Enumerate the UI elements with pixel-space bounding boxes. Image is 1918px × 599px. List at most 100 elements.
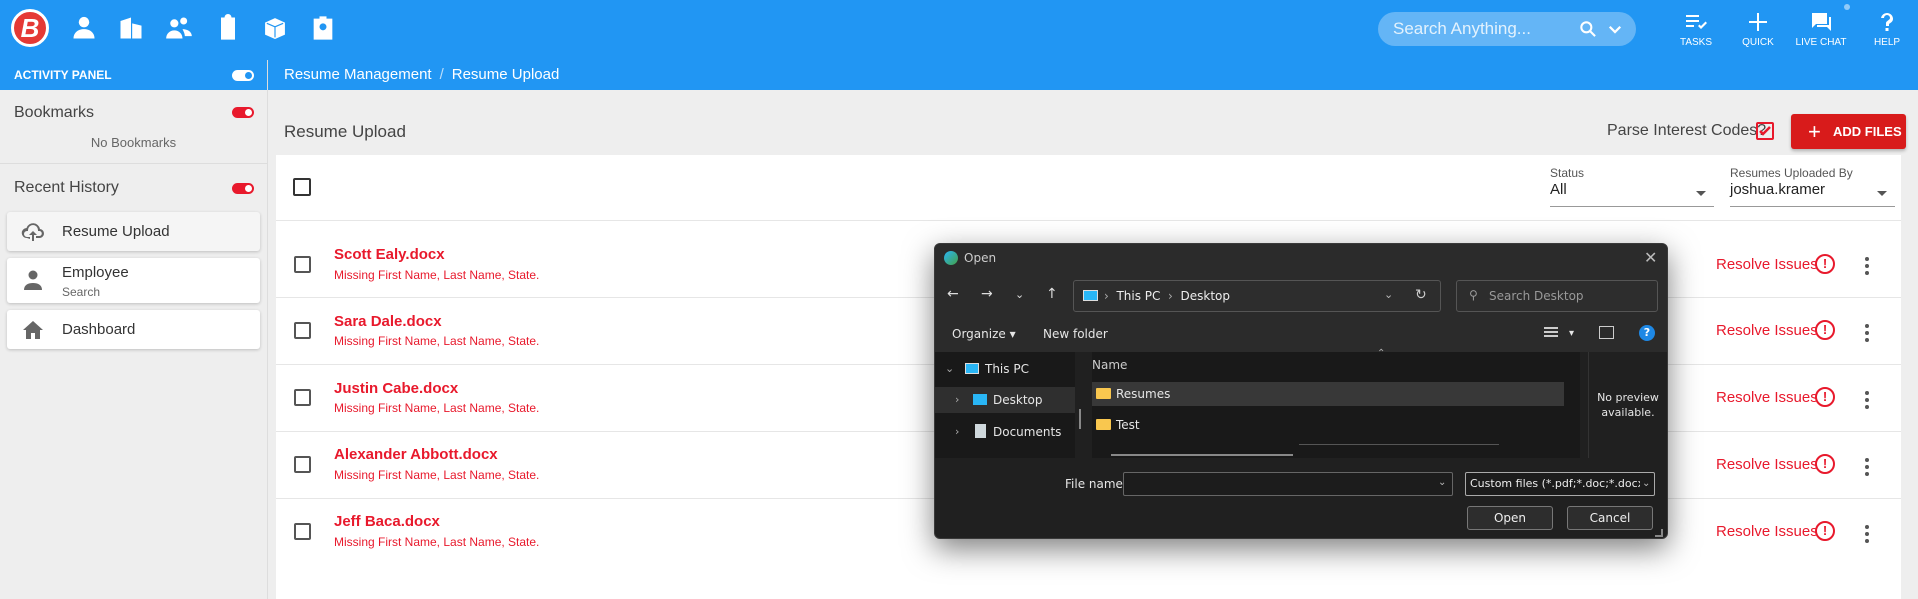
forward-arrow-icon[interactable]: → (981, 286, 993, 302)
path-segment-this-pc[interactable]: This PC (1116, 289, 1160, 303)
status-filter-value: All (1550, 181, 1567, 198)
select-all-checkbox[interactable] (293, 178, 311, 196)
file-name-input[interactable] (1128, 473, 1428, 495)
bookmarks-toggle[interactable] (232, 107, 254, 118)
chevron-right-icon[interactable]: › (955, 393, 959, 406)
path-segment-desktop[interactable]: Desktop (1181, 289, 1231, 303)
view-options-icon[interactable] (1543, 326, 1559, 340)
more-options-icon[interactable] (1864, 257, 1870, 278)
chevron-down-icon[interactable]: ▾ (1569, 328, 1574, 339)
refresh-icon[interactable]: ↻ (1415, 287, 1427, 303)
cloud-upload-icon (21, 221, 45, 243)
more-options-icon[interactable] (1864, 458, 1870, 479)
uploaded-by-filter-select[interactable]: joshua.kramer (1730, 181, 1895, 207)
tree-item-this-pc[interactable]: ⌄ This PC (935, 356, 1075, 382)
new-folder-button[interactable]: New folder (1043, 327, 1108, 341)
history-item-employee-search[interactable]: Employee Search (7, 258, 260, 303)
help-icon[interactable]: ? (1639, 325, 1655, 341)
resume-file-name[interactable]: Scott Ealy.docx (334, 246, 445, 263)
more-options-icon[interactable] (1864, 391, 1870, 412)
recent-history-toggle[interactable] (232, 183, 254, 194)
tasks-button[interactable]: TASKS (1666, 10, 1726, 48)
this-pc-icon (1083, 290, 1098, 301)
resume-file-name[interactable]: Jeff Baca.docx (334, 513, 440, 530)
file-list-hscrollbar[interactable] (1111, 454, 1293, 456)
dialog-search-box[interactable]: ⚲ (1456, 280, 1658, 312)
resolve-issues-link[interactable]: Resolve Issues (1716, 256, 1818, 273)
live-chat-button[interactable]: LIVE CHAT (1791, 10, 1851, 48)
uploaded-by-filter-value: joshua.kramer (1730, 181, 1826, 198)
file-item-label: Resumes (1116, 387, 1171, 401)
back-arrow-icon[interactable]: ← (947, 286, 959, 302)
resolve-issues-link[interactable]: Resolve Issues (1716, 389, 1818, 406)
column-header-name[interactable]: Name (1092, 358, 1127, 372)
box-icon[interactable] (261, 14, 289, 42)
resume-file-name[interactable]: Sara Dale.docx (334, 313, 442, 330)
preview-pane-icon[interactable] (1599, 326, 1614, 339)
search-input[interactable] (1393, 12, 1573, 46)
chevron-expanded-icon[interactable]: ⌄ (945, 362, 954, 375)
close-icon[interactable]: ✕ (1644, 248, 1657, 267)
dialog-titlebar[interactable]: Open ✕ (935, 244, 1667, 272)
file-name-combobox[interactable]: ⌄ (1123, 472, 1453, 496)
more-options-icon[interactable] (1864, 525, 1870, 546)
add-files-button[interactable]: + ADD FILES (1791, 114, 1906, 149)
parse-interest-codes-label: Parse Interest Codes? (1607, 122, 1767, 139)
clipboard-icon[interactable] (214, 14, 242, 42)
resolve-issues-link[interactable]: Resolve Issues (1716, 456, 1818, 473)
row-checkbox[interactable] (294, 322, 311, 339)
parse-interest-codes-checkbox[interactable] (1756, 122, 1774, 140)
alert-icon: ! (1815, 254, 1835, 274)
breadcrumb-item-resume-management[interactable]: Resume Management (284, 66, 432, 83)
tasks-icon (1686, 15, 1707, 29)
plus-icon: + (1808, 119, 1821, 144)
row-checkbox[interactable] (294, 389, 311, 406)
building-icon[interactable] (117, 14, 145, 42)
status-filter-select[interactable]: All (1550, 181, 1714, 207)
address-bar[interactable]: › This PC › Desktop ⌄ (1073, 280, 1441, 312)
tree-item-desktop[interactable]: › Desktop (935, 387, 1075, 413)
history-item-sublabel: Search (62, 285, 101, 299)
quick-button[interactable]: QUICK (1728, 10, 1788, 48)
file-item-resumes[interactable]: Resumes (1092, 382, 1564, 406)
alert-icon: ! (1815, 320, 1835, 340)
resolve-issues-link[interactable]: Resolve Issues (1716, 322, 1818, 339)
help-button[interactable]: HELP (1857, 10, 1917, 48)
activity-panel-toggle[interactable] (232, 70, 254, 81)
file-item-label: Test (1116, 418, 1140, 432)
file-type-select[interactable]: Custom files (*.pdf;*.doc;*.docx) ⌄ (1465, 472, 1655, 496)
tree-scrollbar[interactable] (1079, 409, 1081, 429)
chevron-down-icon[interactable] (1606, 20, 1624, 38)
search-icon[interactable] (1578, 19, 1598, 39)
address-path: › This PC › Desktop (1104, 289, 1230, 303)
chevron-down-icon: ⌄ (1640, 473, 1651, 495)
open-button[interactable]: Open (1467, 506, 1553, 530)
file-item-test[interactable]: Test (1092, 413, 1564, 437)
cancel-button[interactable]: Cancel (1567, 506, 1653, 530)
resolve-issues-link[interactable]: Resolve Issues (1716, 523, 1818, 540)
organize-menu[interactable]: Organize ▾ (952, 327, 1016, 341)
chevron-down-icon[interactable]: ⌄ (1384, 288, 1393, 301)
row-checkbox[interactable] (294, 456, 311, 473)
activity-sidebar: ACTIVITY PANEL Bookmarks No Bookmarks Re… (0, 60, 268, 599)
more-options-icon[interactable] (1864, 324, 1870, 345)
dialog-search-input[interactable] (1489, 281, 1649, 311)
row-checkbox[interactable] (294, 256, 311, 273)
person-icon[interactable] (70, 14, 98, 42)
resume-file-name[interactable]: Justin Cabe.docx (334, 380, 458, 397)
chevron-down-icon[interactable]: ⌄ (1438, 477, 1446, 488)
resume-file-name[interactable]: Alexander Abbott.docx (334, 446, 498, 463)
history-item-dashboard[interactable]: Dashboard (7, 310, 260, 349)
chevron-right-icon[interactable]: › (955, 425, 959, 438)
people-icon[interactable] (165, 14, 193, 42)
row-checkbox[interactable] (294, 523, 311, 540)
home-icon (21, 319, 45, 341)
tree-item-documents[interactable]: › Documents (935, 419, 1075, 445)
history-item-resume-upload[interactable]: Resume Upload (7, 212, 260, 251)
resize-grip[interactable] (1655, 529, 1663, 537)
recent-locations-icon[interactable]: ⌄ (1015, 288, 1024, 301)
badge-icon[interactable] (309, 14, 337, 42)
up-arrow-icon[interactable]: ↑ (1046, 286, 1058, 302)
app-logo[interactable]: B (11, 9, 49, 47)
global-search[interactable] (1378, 12, 1636, 46)
